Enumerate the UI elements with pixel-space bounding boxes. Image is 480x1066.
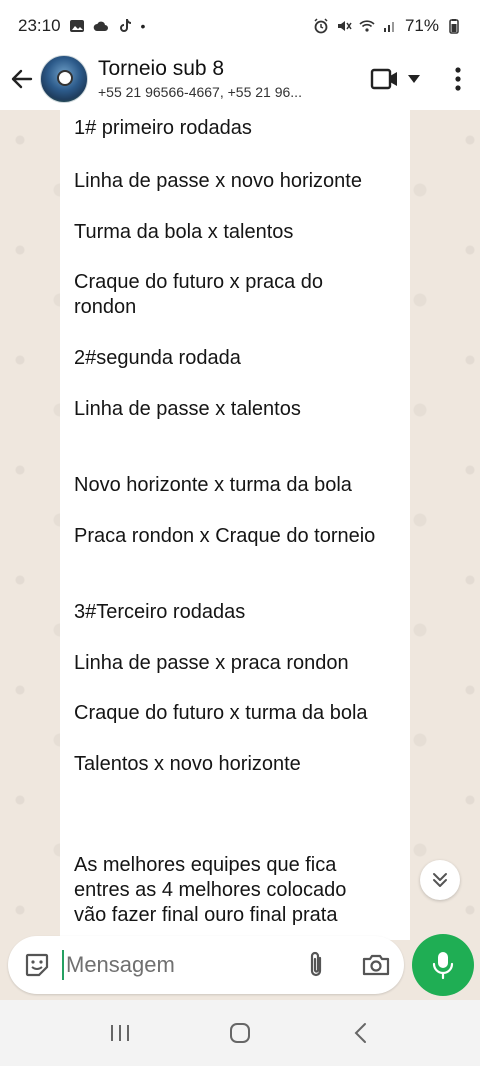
message-line: vão fazer final ouro final prata [74, 904, 338, 926]
scroll-down-button[interactable] [420, 860, 460, 900]
sticker-icon [25, 953, 49, 977]
system-nav-bar [0, 1000, 480, 1066]
message-input[interactable] [62, 950, 282, 980]
sticker-button[interactable] [12, 951, 62, 979]
message-line: 1# primeiro rodadas [74, 117, 252, 139]
double-chevron-down-icon [433, 873, 447, 887]
battery-icon [446, 18, 462, 34]
back-button[interactable] [4, 59, 40, 99]
message-line: Linha de passe x novo horizonte [74, 170, 362, 192]
message-composer [8, 936, 404, 994]
status-time: 23:10 [18, 16, 61, 35]
image-icon [69, 18, 85, 34]
message-bubble[interactable]: 1# primeiro rodadas Linha de passe x nov… [60, 110, 410, 940]
message-line: 3#Terceiro rodadas [74, 601, 246, 623]
message-line: Linha de passe x talentos [74, 398, 301, 420]
message-line: Novo horizonte x turma da bola [74, 474, 352, 496]
more-vertical-icon [455, 67, 461, 91]
recent-apps-button[interactable] [100, 1013, 140, 1053]
home-icon [230, 1023, 250, 1043]
signal-icon [382, 18, 398, 34]
message-line: 2#segunda rodada [74, 347, 241, 369]
group-avatar[interactable] [40, 55, 88, 103]
video-camera-icon [370, 68, 397, 90]
message-line: Craque do futuro x praca do [74, 271, 324, 293]
back-nav-button[interactable] [340, 1013, 380, 1053]
microphone-icon [432, 952, 454, 980]
caret-down-icon [408, 75, 420, 83]
paperclip-icon [310, 951, 322, 977]
tiktok-icon [117, 18, 133, 34]
dot-icon: • [140, 18, 146, 34]
camera-icon [362, 954, 390, 976]
battery-percent: 71% [404, 16, 439, 35]
wifi-icon [359, 18, 375, 34]
chat-info[interactable]: Torneio sub 8 +55 21 96566-4667, +55 21 … [98, 56, 338, 102]
message-line: As melhores equipes que fica [74, 854, 337, 876]
message-line: Praca rondon x Craque do torneio [74, 525, 376, 547]
home-button[interactable] [220, 1013, 260, 1053]
message-line: Craque do futuro x turma da bola [74, 702, 368, 724]
chat-title: Torneio sub 8 [98, 57, 225, 80]
voice-message-button[interactable] [412, 934, 474, 996]
mute-icon [336, 18, 352, 34]
soccer-ball-icon [57, 70, 73, 86]
chat-participants: +55 21 96566-4667, +55 21 96... [98, 84, 302, 100]
camera-button[interactable] [356, 952, 396, 978]
more-options-button[interactable] [448, 67, 468, 91]
recent-apps-icon [111, 1025, 129, 1041]
video-call-button[interactable] [370, 67, 420, 91]
attach-button[interactable] [296, 950, 336, 980]
message-line: rondon [74, 296, 137, 318]
cloud-icon [93, 18, 109, 34]
alarm-icon [313, 18, 329, 34]
chat-header: Torneio sub 8 +55 21 96566-4667, +55 21 … [0, 48, 480, 110]
message-line: Turma da bola x talentos [74, 221, 294, 243]
message-line: Talentos x novo horizonte [74, 753, 301, 775]
chevron-left-icon [354, 1023, 366, 1043]
status-bar: 23:10 • 71% [0, 0, 480, 52]
message-line: Linha de passe x praca rondon [74, 652, 349, 674]
chat-area[interactable]: 1# primeiro rodadas Linha de passe x nov… [0, 110, 480, 940]
arrow-left-icon [11, 69, 33, 89]
message-line: entres as 4 melhores colocado [74, 879, 347, 901]
